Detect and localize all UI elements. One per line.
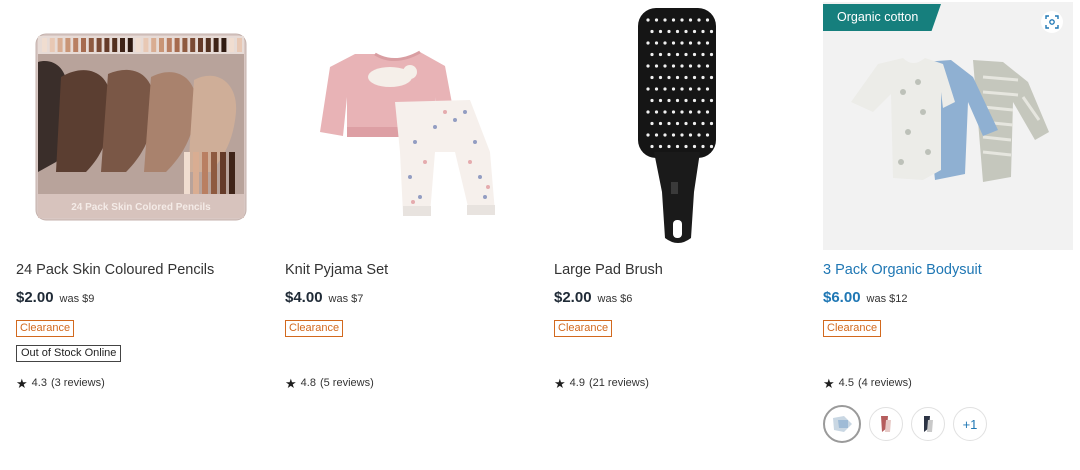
rating-value: 4.3 xyxy=(31,377,47,389)
product-title[interactable]: Large Pad Brush xyxy=(554,262,663,278)
was-price: was $6 xyxy=(597,293,633,305)
current-price: $2.00 xyxy=(554,289,592,306)
rating-value: 4.5 xyxy=(838,377,854,389)
product-card-pyjama[interactable]: Knit Pyjama Set $4.00 was $7 Clearance ★… xyxy=(285,0,535,470)
was-price: was $7 xyxy=(328,293,364,305)
star-icon: ★ xyxy=(554,375,566,391)
image-search-icon[interactable] xyxy=(1041,11,1063,33)
tin-label: 24 Pack Skin Colored Pencils xyxy=(71,202,211,213)
product-card-pencils[interactable]: 24 Pack Skin Colored Pencils 24 Pack Ski… xyxy=(16,0,266,470)
swatch-rose[interactable] xyxy=(869,407,903,441)
review-count[interactable]: (5 reviews) xyxy=(320,377,374,389)
clearance-badge: Clearance xyxy=(554,320,613,337)
price-row: $2.00 was $9 xyxy=(16,289,94,306)
rating: ★ 4.8 (5 reviews) xyxy=(285,375,374,391)
star-icon: ★ xyxy=(285,375,297,391)
product-image[interactable]: 24 Pack Skin Colored Pencils xyxy=(16,2,266,250)
product-card-brush[interactable]: Large Pad Brush $2.00 was $6 Clearance ★… xyxy=(554,0,804,470)
was-price: was $9 xyxy=(59,293,95,305)
product-grid: 24 Pack Skin Colored Pencils 24 Pack Ski… xyxy=(0,0,1080,470)
product-title[interactable]: 3 Pack Organic Bodysuit xyxy=(823,262,982,278)
colour-swatches: +1 xyxy=(823,405,987,443)
product-image[interactable] xyxy=(285,2,535,250)
price-row: $4.00 was $7 xyxy=(285,289,363,306)
review-count[interactable]: (21 reviews) xyxy=(589,377,649,389)
star-icon: ★ xyxy=(823,375,835,391)
clearance-badge: Clearance xyxy=(823,320,882,337)
product-title[interactable]: Knit Pyjama Set xyxy=(285,262,388,278)
swatch-light-blue[interactable] xyxy=(823,405,861,443)
organic-cotton-ribbon: Organic cotton xyxy=(823,4,941,31)
product-title[interactable]: 24 Pack Skin Coloured Pencils xyxy=(16,262,214,278)
clearance-badge: Clearance xyxy=(285,320,344,337)
review-count[interactable]: (3 reviews) xyxy=(51,377,105,389)
product-image[interactable] xyxy=(554,2,804,250)
current-price: $4.00 xyxy=(285,289,323,306)
product-card-bodysuit[interactable]: Organic cotton 3 Pack Organic Bodysuit $… xyxy=(823,0,1073,470)
current-price: $2.00 xyxy=(16,289,54,306)
out-of-stock-badge: Out of Stock Online xyxy=(16,345,122,362)
clearance-badge: Clearance xyxy=(16,320,75,337)
price-row: $6.00 was $12 xyxy=(823,289,908,306)
more-colours-button[interactable]: +1 xyxy=(953,407,987,441)
rating: ★ 4.5 (4 reviews) xyxy=(823,375,912,391)
star-icon: ★ xyxy=(16,375,28,391)
current-price: $6.00 xyxy=(823,289,861,306)
rating-value: 4.9 xyxy=(569,377,585,389)
swatch-navy[interactable] xyxy=(911,407,945,441)
rating-value: 4.8 xyxy=(300,377,316,389)
review-count[interactable]: (4 reviews) xyxy=(858,377,912,389)
was-price: was $12 xyxy=(866,293,908,305)
rating: ★ 4.9 (21 reviews) xyxy=(554,375,649,391)
price-row: $2.00 was $6 xyxy=(554,289,632,306)
product-image[interactable]: Organic cotton xyxy=(823,2,1073,250)
rating: ★ 4.3 (3 reviews) xyxy=(16,375,105,391)
